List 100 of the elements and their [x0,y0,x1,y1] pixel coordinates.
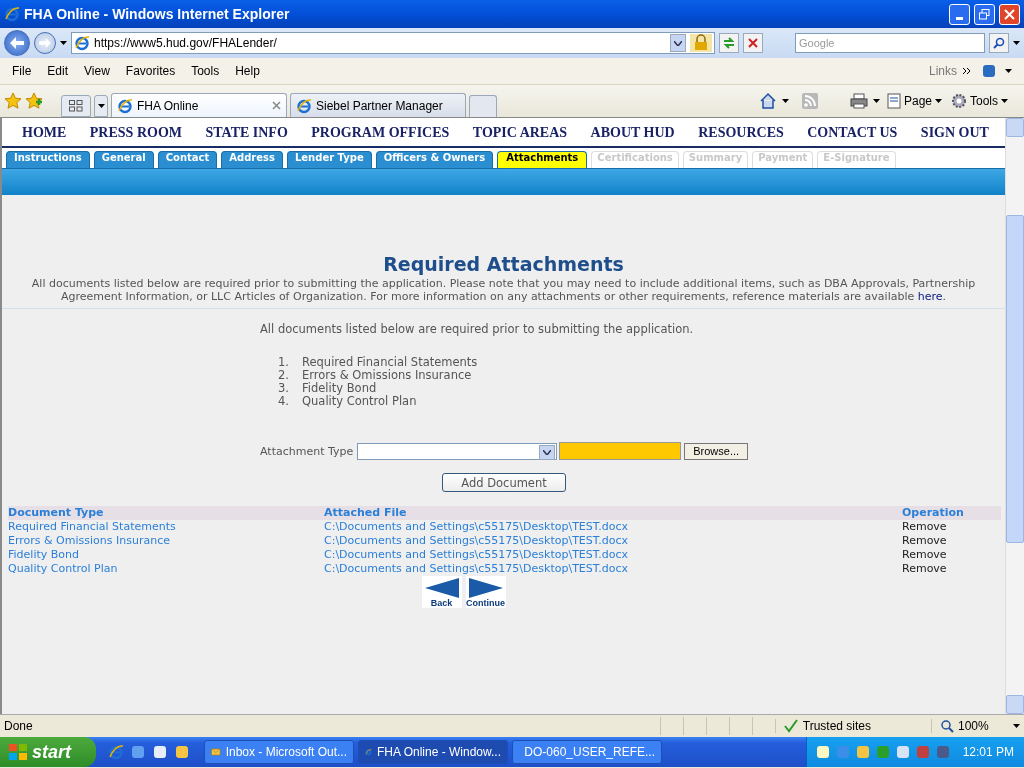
table-cell[interactable]: Quality Control Plan [8,562,324,576]
site-nav-link[interactable]: SIGN OUT [920,125,989,141]
taskbar-window-button[interactable]: FHA Online - Window... [358,740,508,764]
list-item: Fidelity Bond [302,382,377,395]
table-cell[interactable]: C:\Documents and Settings\c55175\Desktop\TEST.docx [324,562,902,576]
list-number: 4. [278,395,290,408]
table-cell[interactable]: C:\Documents and Settings\c55175\Desktop\TEST.docx [324,548,902,562]
table-cell[interactable]: Fidelity Bond [8,548,324,562]
minimize-icon [956,16,963,20]
step-tab[interactable]: Officers & Owners [375,151,494,168]
menu-item[interactable]: View [76,64,118,78]
restore-button[interactable] [974,3,995,25]
site-nav-link[interactable]: RESOURCES [698,125,784,141]
search-icon [993,37,1005,49]
search-options-caret-icon[interactable] [1013,41,1020,45]
site-nav-link[interactable]: HOME [22,125,67,141]
add-document-button[interactable]: Add Document [442,473,566,492]
table-cell[interactable]: C:\Documents and Settings\c55175\Desktop\TEST.docx [324,534,902,548]
browser-tab[interactable]: Siebel Partner Manager [290,93,466,117]
caret-icon[interactable] [781,99,789,103]
step-tab[interactable]: General [93,151,154,168]
stop-button[interactable] [743,33,763,53]
browser-tab[interactable]: FHA Online [111,93,287,117]
menu-item[interactable]: Favorites [117,64,184,78]
magnifier-icon [940,719,954,733]
taskbar-window-button[interactable]: Inbox - Microsoft Out... [204,740,354,764]
tools-menu-button[interactable]: Tools [949,93,1010,109]
list-item: Required Financial Statements [302,356,478,369]
table-cell[interactable]: Errors & Omissions Insurance [8,534,324,548]
here-link[interactable]: here [917,290,943,303]
close-button[interactable] [999,3,1020,25]
dropdown-button[interactable] [670,34,686,52]
caret-icon[interactable] [1005,69,1012,73]
tab-list-button[interactable] [94,95,108,117]
site-nav-link[interactable]: STATE INFO [205,125,288,141]
step-tab[interactable]: Contact [157,151,218,168]
printer-icon[interactable] [849,93,868,109]
url-text: https://www5.hud.gov/FHALender/ [94,36,278,50]
attachment-type-select[interactable] [357,442,558,460]
site-nav-link[interactable]: PRESS ROOM [89,125,182,141]
ie-icon [117,97,133,114]
file-path-field[interactable] [559,442,682,460]
chevron-icon[interactable] [963,67,971,75]
address-field[interactable]: https://www5.hud.gov/FHALender/ [71,32,715,54]
menu-item[interactable]: Help [227,64,268,78]
chevron-down-icon [543,449,552,455]
close-icon [1004,8,1015,20]
menu-item[interactable]: File [4,64,40,78]
site-nav-link[interactable]: TOPIC AREAS [472,125,568,141]
column-header: Operation [902,506,1001,520]
app-icon [4,6,20,22]
browse-button[interactable]: Browse... [684,442,749,460]
home-icon[interactable] [758,92,777,110]
grid-icon [69,100,83,112]
step-tab[interactable]: Instructions [6,151,90,168]
links-label[interactable]: Links [929,64,957,78]
back-button[interactable]: Back [421,576,462,608]
site-nav-link[interactable]: PROGRAM OFFICES [311,125,450,141]
list-number: 2. [278,369,290,382]
taskbar-window-button[interactable]: DO-060_USER_REFE... [512,740,662,764]
forward-button[interactable] [34,32,56,54]
menu-item[interactable]: Tools [183,64,228,78]
caret-icon[interactable] [872,99,880,103]
field-label: Attachment Type [260,444,354,458]
close-icon[interactable] [272,101,281,110]
menu-item[interactable]: Edit [39,64,77,78]
site-nav-link[interactable]: ABOUT HUD [590,125,675,141]
page-menu-button[interactable]: Page [884,93,944,109]
caret-icon [97,104,105,108]
search-button[interactable] [989,33,1009,53]
table-cell[interactable]: C:\Documents and Settings\c55175\Desktop\TEST.docx [324,520,902,534]
step-tab[interactable]: Attachments [497,151,588,168]
refresh-button[interactable] [719,33,739,53]
ie-icon [296,97,312,114]
refresh-icon [722,36,736,50]
table-cell[interactable]: Required Financial Statements [8,520,324,534]
site-nav-link[interactable]: CONTACT US [807,125,898,141]
scrollbar[interactable] [1005,118,1024,714]
remove-link[interactable]: Remove [902,562,1001,576]
remove-link[interactable]: Remove [902,520,1001,534]
star-icon[interactable] [4,92,22,110]
remove-link[interactable]: Remove [902,548,1001,562]
remove-link[interactable]: Remove [902,534,1001,548]
gear-icon [951,93,967,109]
column-header: Document Type [8,506,324,520]
list-item: Errors & Omissions Insurance [302,369,473,382]
step-tab[interactable]: Address [221,151,283,168]
history-caret-icon[interactable] [60,41,67,45]
add-favorite-icon[interactable] [25,92,43,110]
back-arrow-icon [10,37,24,49]
zoom-control[interactable]: 100% [931,719,1020,733]
step-tab[interactable]: Lender Type [286,151,372,168]
start-button[interactable]: start [0,737,96,767]
page-icon [886,93,901,109]
search-field[interactable]: Google [795,33,985,53]
back-button[interactable] [4,30,30,56]
page-title: Required Attachments [382,253,625,275]
minimize-button[interactable] [949,3,970,25]
quick-tabs-button[interactable] [61,95,91,117]
next-button[interactable]: Continue [465,576,506,608]
